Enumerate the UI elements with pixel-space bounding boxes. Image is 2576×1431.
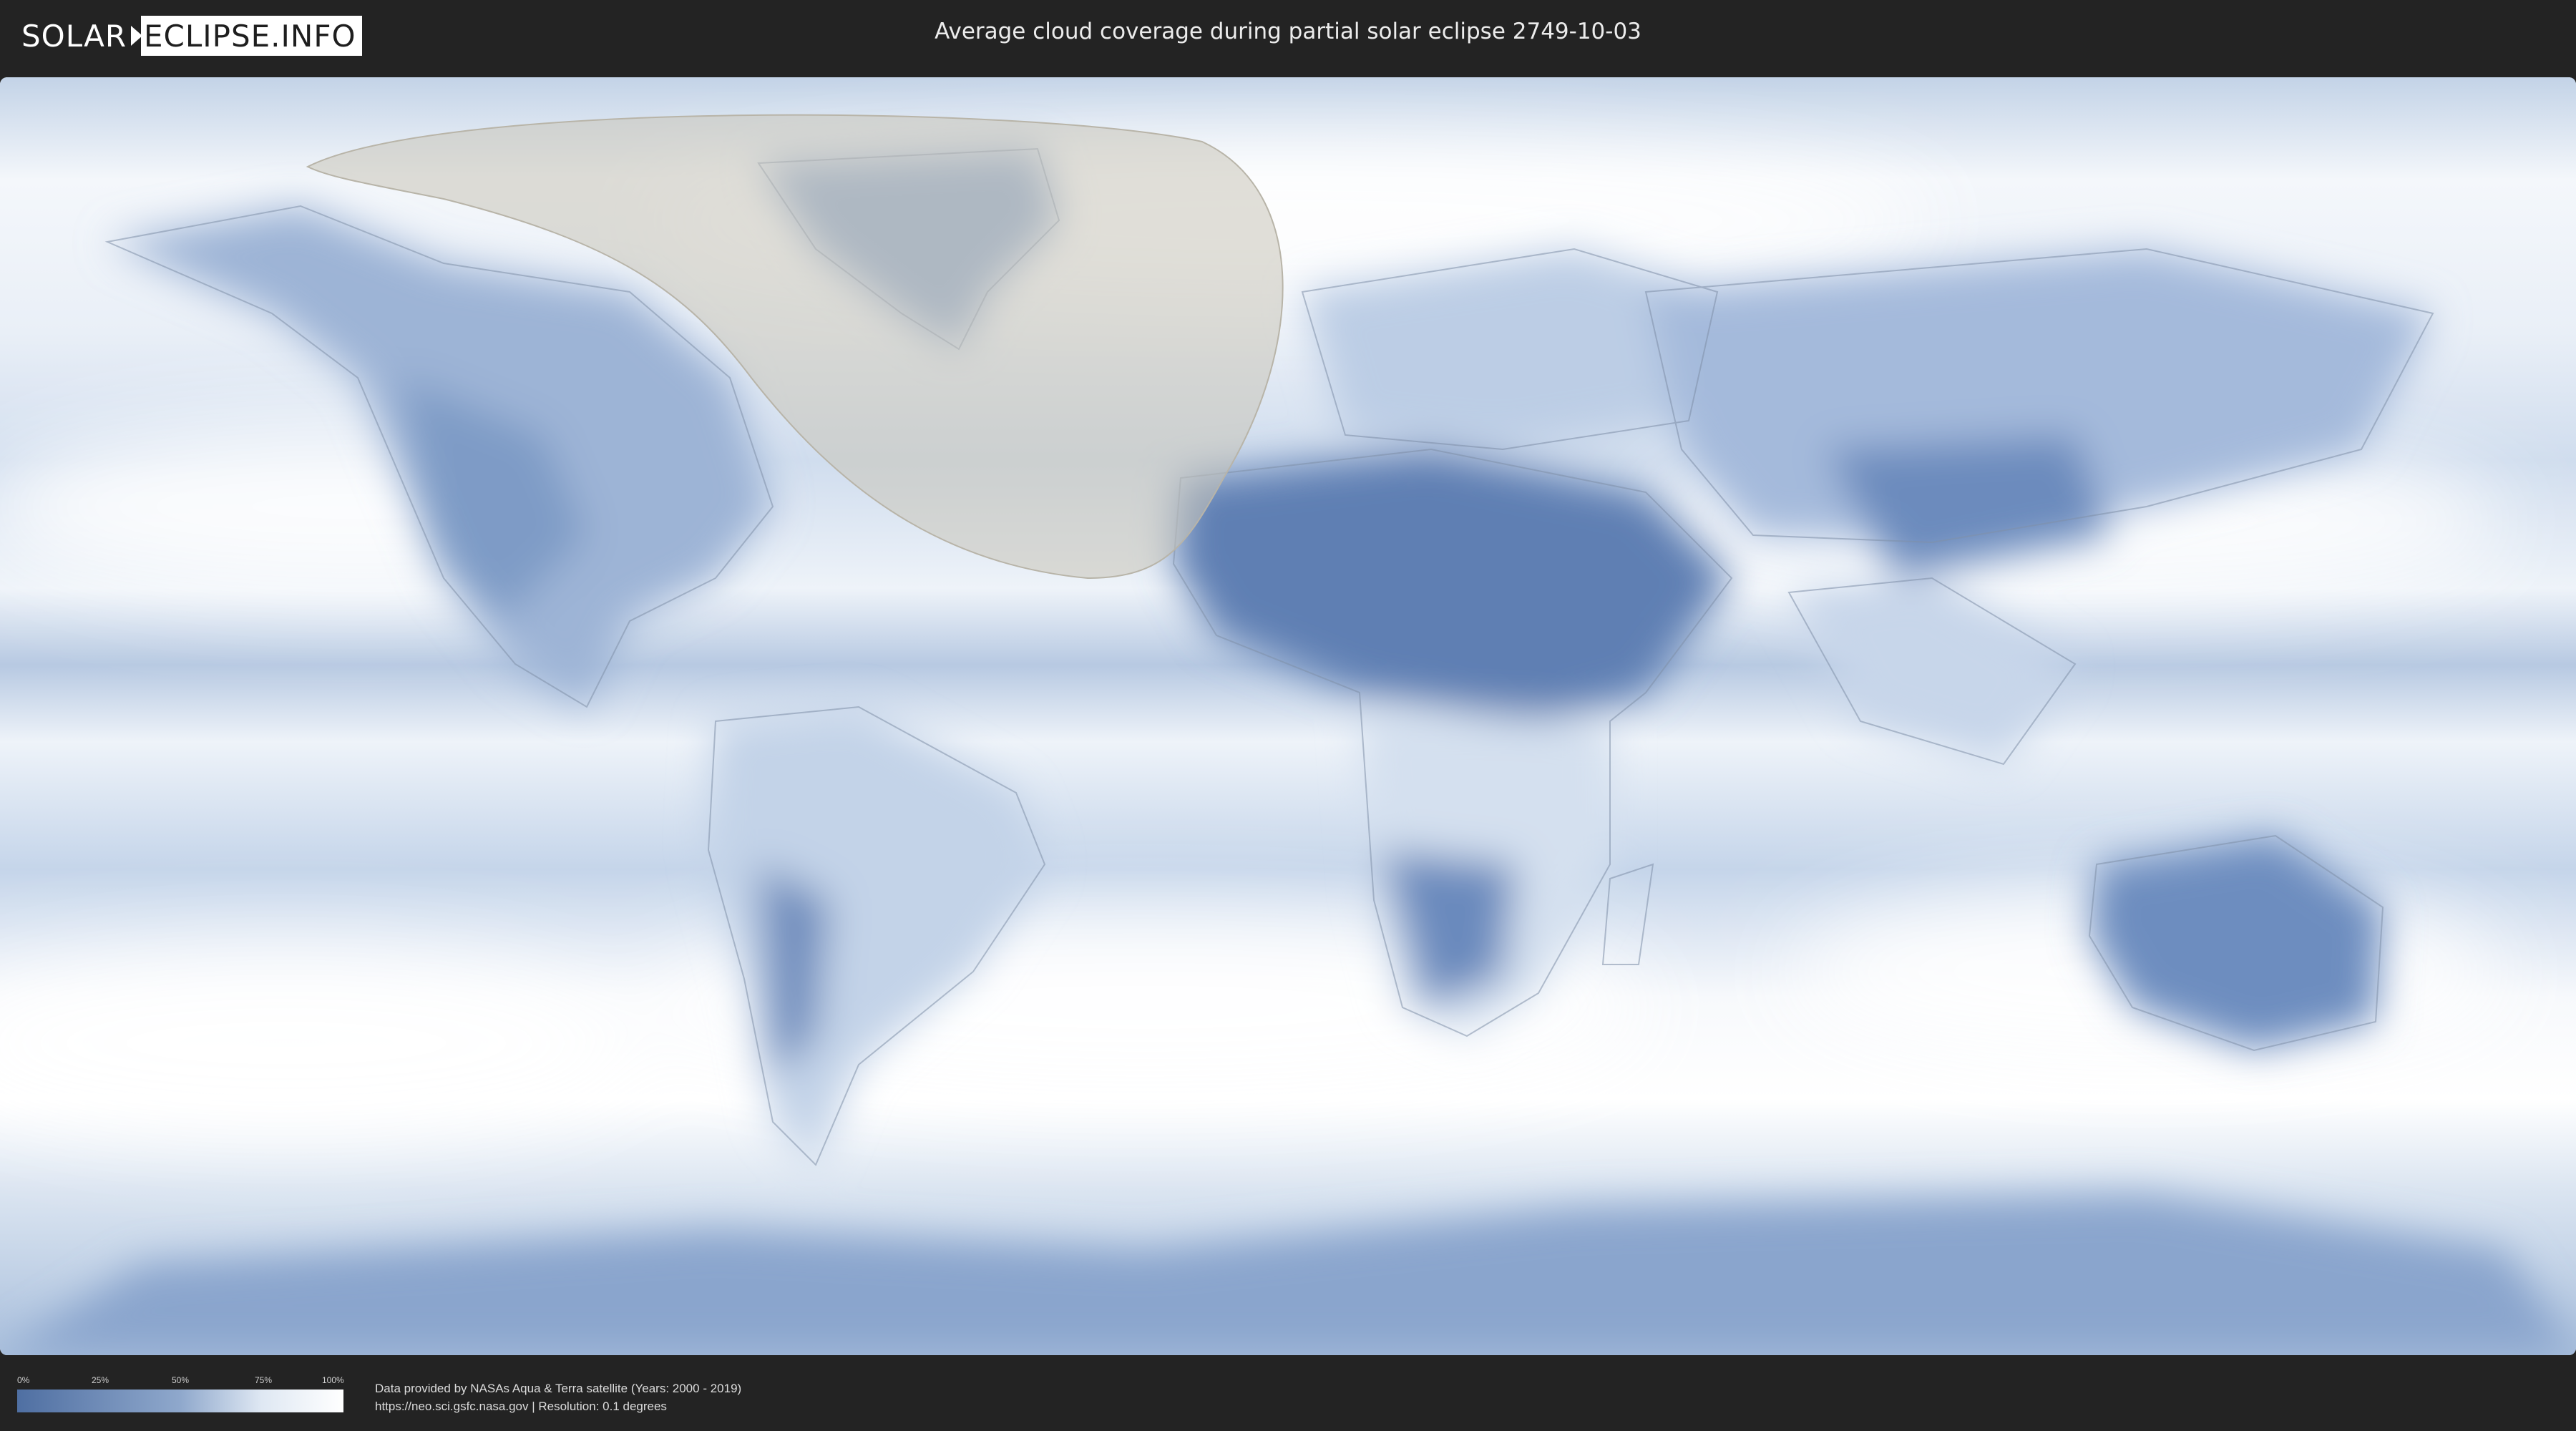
legend-tick-50: 50% [172, 1375, 190, 1385]
data-credit: Data provided by NASAs Aqua & Terra sate… [375, 1379, 741, 1415]
cloud-coverage-map[interactable] [0, 77, 2576, 1355]
header-bar: SOLAR ECLIPSE.INFO Average cloud coverag… [0, 0, 2576, 72]
legend-tick-75: 75% [255, 1375, 273, 1385]
credit-line-url: https://neo.sci.gsfc.nasa.gov | Resoluti… [375, 1400, 667, 1413]
legend-tick-labels: 0% 25% 50% 75% 100% [17, 1375, 344, 1387]
world-map-svg [0, 77, 2576, 1355]
page-title: Average cloud coverage during partial so… [935, 19, 1641, 44]
cloud-coverage-legend-bar [17, 1390, 343, 1412]
legend-tick-0: 0% [17, 1375, 30, 1385]
legend-tick-25: 25% [92, 1375, 109, 1385]
legend-tick-100: 100% [322, 1375, 344, 1385]
credit-line-source: Data provided by NASAs Aqua & Terra sate… [375, 1382, 742, 1395]
